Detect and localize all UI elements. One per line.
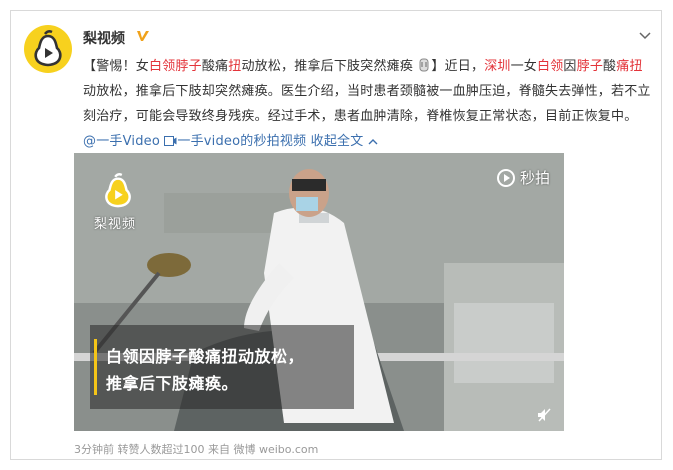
watermark-text: 梨视频	[94, 217, 137, 232]
keyword-link[interactable]: 扭	[228, 59, 241, 74]
video-player[interactable]: 梨视频 秒拍 白领因脖子酸痛扭动放松， 推拿后下肢瘫痪。	[74, 153, 564, 431]
text-segment: 】近日，	[431, 59, 485, 74]
post-text: 【警惕！女白领脖子酸痛扭动放松，推拿后下肢突然瘫痪 】近日，深圳一女白领因脖子酸…	[83, 54, 651, 154]
caption-background	[90, 325, 354, 409]
post-footer: 3分钟前 转赞人数超过100 来自 微博 weibo.com	[74, 443, 319, 456]
miaopai-badge: 秒拍	[496, 167, 550, 188]
emoji-icon	[419, 58, 429, 72]
collapse-text-link[interactable]: 收起全文	[311, 134, 364, 149]
keyword-link[interactable]: 脖子	[577, 59, 603, 74]
keyword-link[interactable]: 扭	[629, 59, 642, 74]
weibo-post-card: 梨视频 【警惕！女白领脖子酸痛扭动放松，推拿后下肢突然瘫痪 】近日，深圳一女白领…	[10, 10, 662, 460]
text-segment: 酸痛	[201, 59, 229, 74]
play-circle-icon	[496, 168, 515, 187]
verified-badge-icon	[137, 31, 149, 41]
arrow-up-icon[interactable]	[368, 137, 378, 147]
keyword-link[interactable]: 深圳	[484, 59, 510, 74]
video-link-icon	[164, 136, 177, 146]
text-segment: 动放松，推拿后下肢突然瘫痪	[241, 59, 414, 74]
caption-accent-bar	[94, 339, 97, 395]
text-segment: 因	[563, 59, 577, 74]
text-segment: 酸	[603, 59, 617, 74]
username[interactable]: 梨视频	[83, 28, 125, 48]
text-segment: 一女	[510, 59, 538, 74]
text-segment: 动放松，推拿后下肢却突然瘫痪。医生介绍，当时患者颈髓被一血肿压迫，脊髓失去弹性，…	[83, 84, 651, 124]
caption-line-1: 白领因脖子酸痛扭动放松，	[106, 347, 305, 366]
pear-watermark-icon	[105, 173, 131, 208]
text-segment: 【警惕！女	[83, 59, 150, 74]
caption-line-2: 推拿后下肢瘫痪。	[106, 374, 239, 393]
pear-logo-icon	[34, 30, 62, 67]
keyword-link[interactable]: 白领脖子	[149, 59, 202, 74]
chevron-down-icon[interactable]	[639, 32, 651, 40]
mute-icon[interactable]	[536, 407, 552, 423]
video-link[interactable]: 一手video的秒拍视频	[177, 134, 306, 149]
keyword-link[interactable]: 白领	[537, 59, 563, 74]
keyword-link[interactable]: 痛	[616, 59, 629, 74]
avatar[interactable]	[24, 25, 72, 73]
miaopai-label: 秒拍	[519, 169, 550, 187]
mention-link[interactable]: @一手Video	[83, 134, 160, 149]
